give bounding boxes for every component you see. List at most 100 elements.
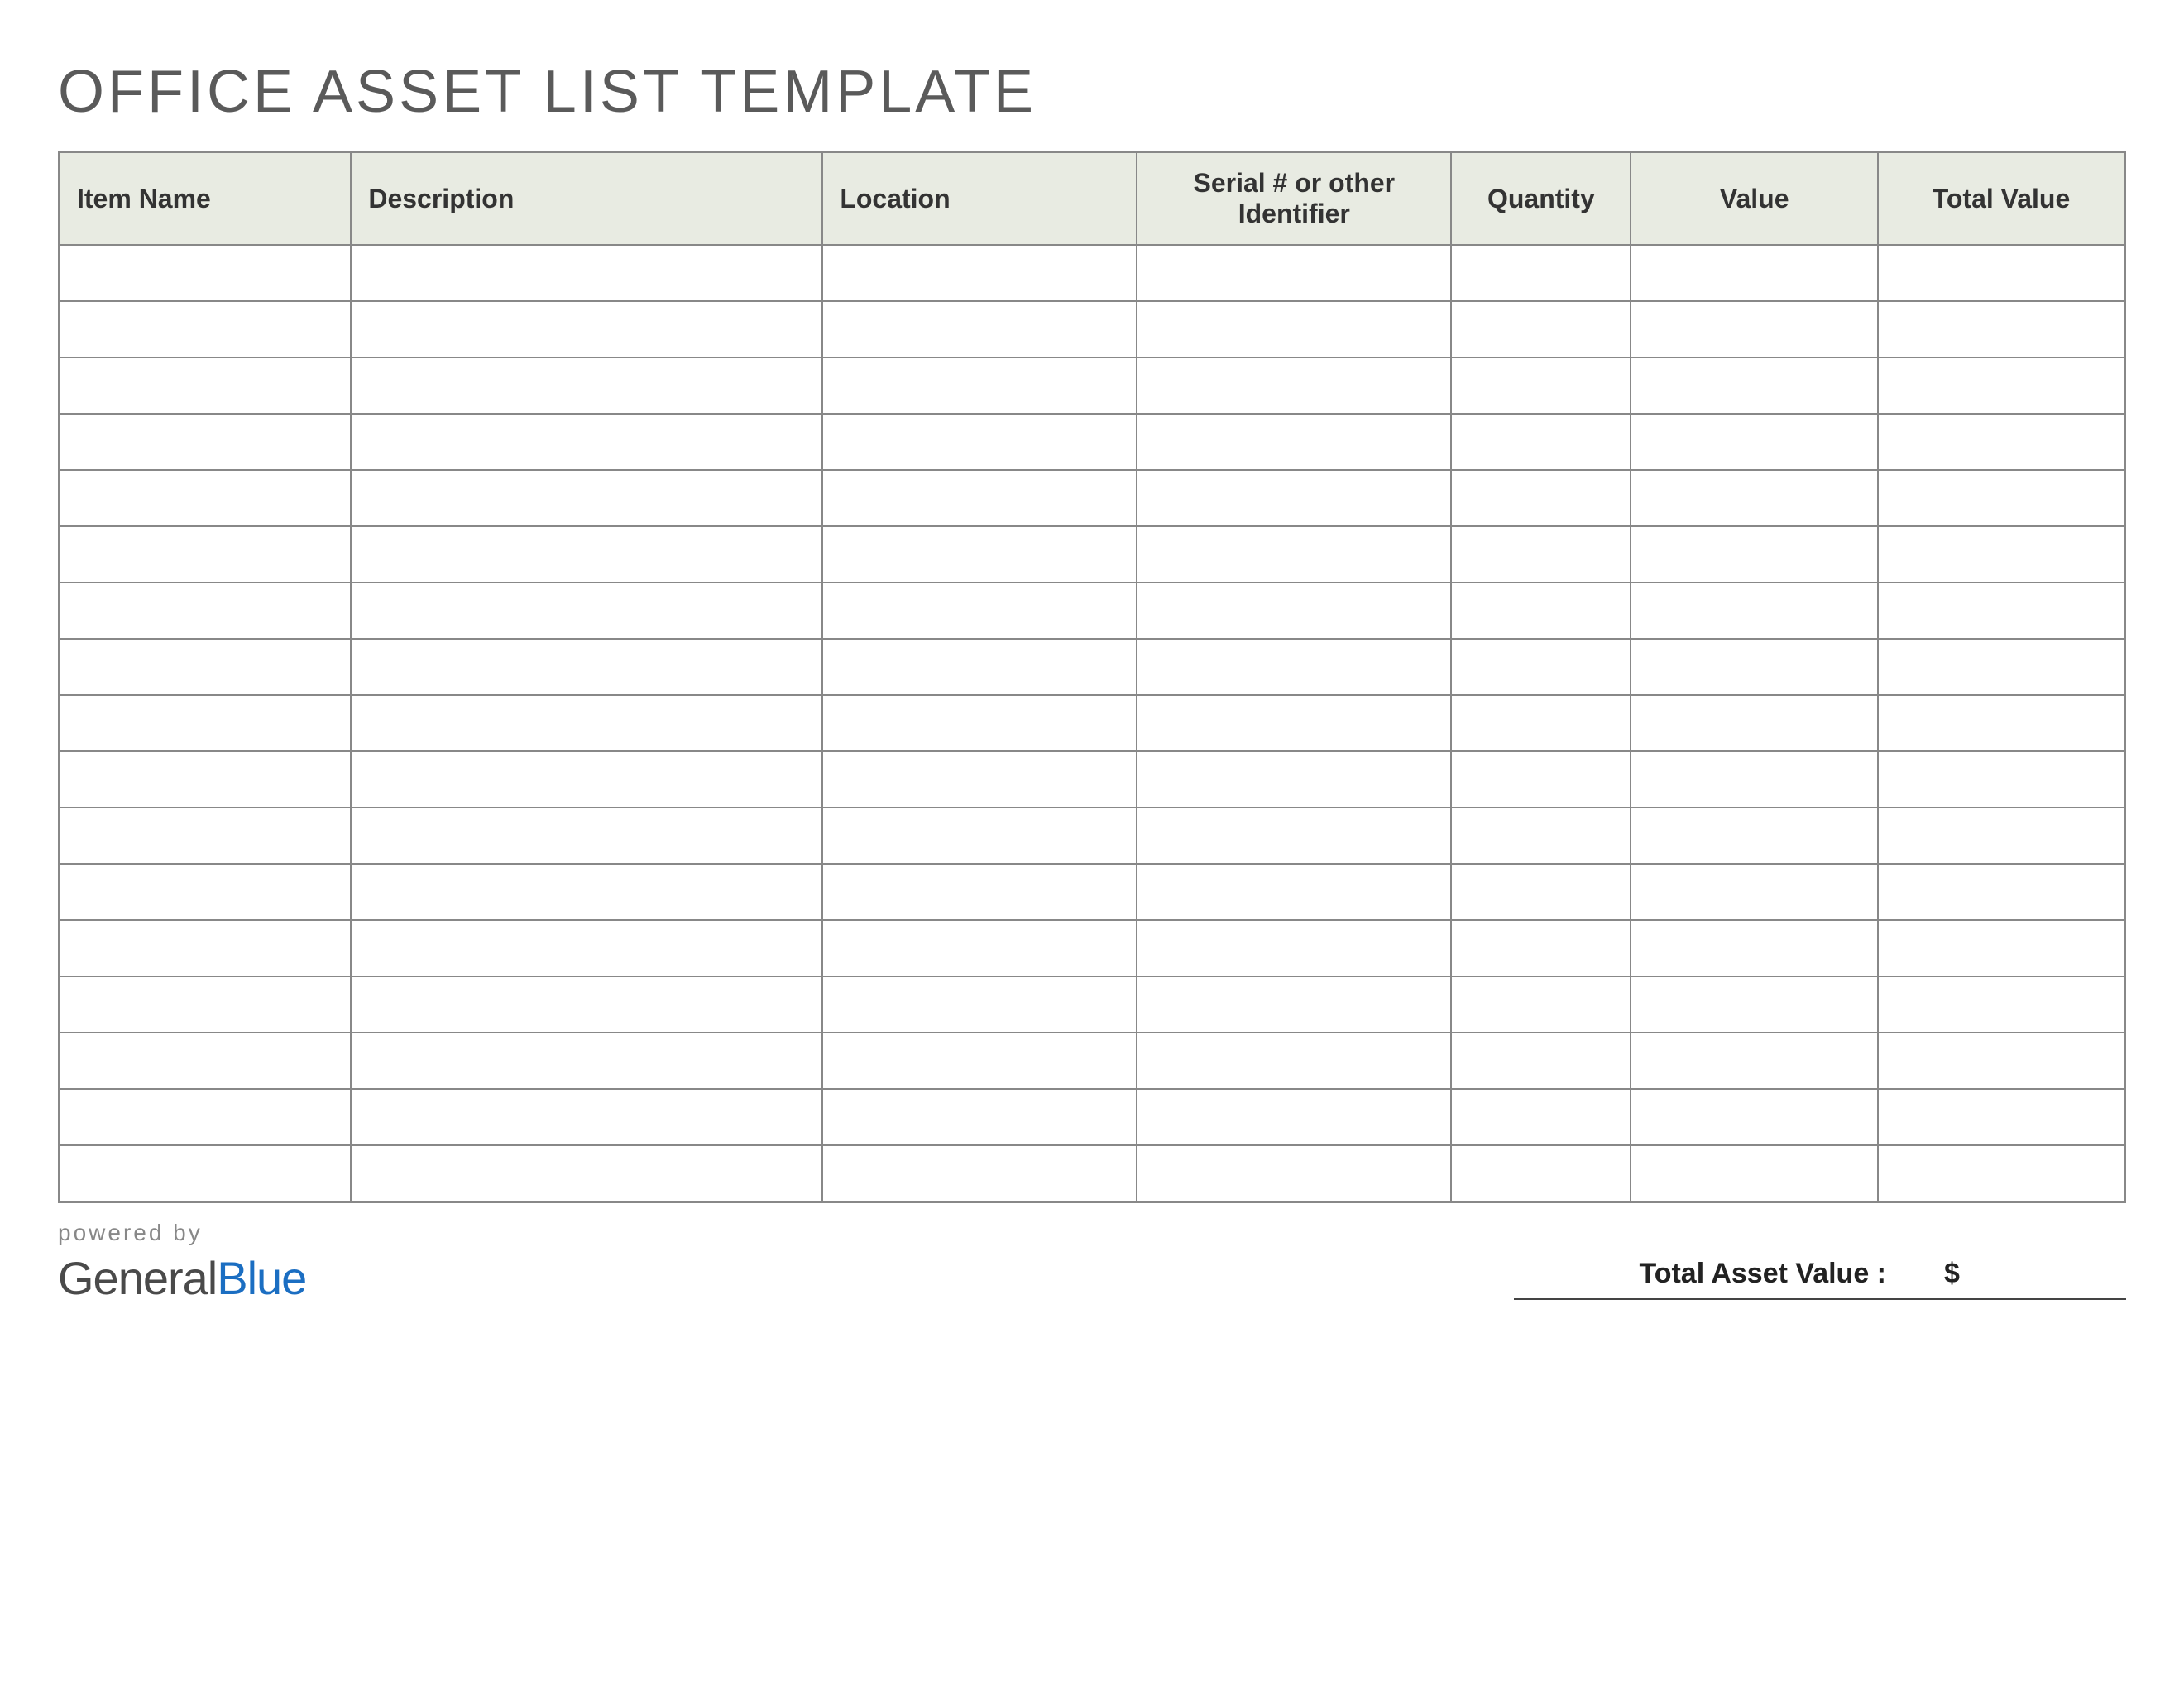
cell-location[interactable] bbox=[822, 920, 1137, 976]
cell-item_name[interactable] bbox=[60, 695, 352, 751]
cell-description[interactable] bbox=[351, 1089, 822, 1145]
cell-location[interactable] bbox=[822, 526, 1137, 583]
cell-total_value[interactable] bbox=[1878, 1145, 2125, 1201]
cell-location[interactable] bbox=[822, 864, 1137, 920]
cell-description[interactable] bbox=[351, 695, 822, 751]
cell-description[interactable] bbox=[351, 1033, 822, 1089]
cell-value[interactable] bbox=[1631, 976, 1878, 1033]
cell-serial[interactable] bbox=[1137, 1089, 1451, 1145]
cell-description[interactable] bbox=[351, 864, 822, 920]
cell-description[interactable] bbox=[351, 1145, 822, 1201]
cell-serial[interactable] bbox=[1137, 976, 1451, 1033]
cell-total_value[interactable] bbox=[1878, 864, 2125, 920]
cell-item_name[interactable] bbox=[60, 414, 352, 470]
cell-value[interactable] bbox=[1631, 526, 1878, 583]
cell-item_name[interactable] bbox=[60, 1145, 352, 1201]
cell-location[interactable] bbox=[822, 245, 1137, 301]
cell-description[interactable] bbox=[351, 920, 822, 976]
cell-item_name[interactable] bbox=[60, 357, 352, 414]
cell-quantity[interactable] bbox=[1451, 976, 1631, 1033]
cell-location[interactable] bbox=[822, 583, 1137, 639]
cell-quantity[interactable] bbox=[1451, 1145, 1631, 1201]
cell-location[interactable] bbox=[822, 1145, 1137, 1201]
cell-quantity[interactable] bbox=[1451, 864, 1631, 920]
cell-location[interactable] bbox=[822, 301, 1137, 357]
cell-total_value[interactable] bbox=[1878, 1089, 2125, 1145]
cell-total_value[interactable] bbox=[1878, 695, 2125, 751]
cell-value[interactable] bbox=[1631, 301, 1878, 357]
cell-value[interactable] bbox=[1631, 639, 1878, 695]
cell-quantity[interactable] bbox=[1451, 301, 1631, 357]
cell-location[interactable] bbox=[822, 1089, 1137, 1145]
cell-quantity[interactable] bbox=[1451, 695, 1631, 751]
cell-total_value[interactable] bbox=[1878, 301, 2125, 357]
cell-quantity[interactable] bbox=[1451, 1033, 1631, 1089]
cell-serial[interactable] bbox=[1137, 1145, 1451, 1201]
cell-location[interactable] bbox=[822, 414, 1137, 470]
cell-total_value[interactable] bbox=[1878, 751, 2125, 808]
cell-item_name[interactable] bbox=[60, 1089, 352, 1145]
cell-serial[interactable] bbox=[1137, 526, 1451, 583]
cell-quantity[interactable] bbox=[1451, 1089, 1631, 1145]
cell-location[interactable] bbox=[822, 470, 1137, 526]
cell-serial[interactable] bbox=[1137, 301, 1451, 357]
cell-quantity[interactable] bbox=[1451, 583, 1631, 639]
cell-value[interactable] bbox=[1631, 695, 1878, 751]
cell-quantity[interactable] bbox=[1451, 470, 1631, 526]
cell-quantity[interactable] bbox=[1451, 245, 1631, 301]
cell-item_name[interactable] bbox=[60, 245, 352, 301]
cell-value[interactable] bbox=[1631, 751, 1878, 808]
cell-location[interactable] bbox=[822, 695, 1137, 751]
cell-description[interactable] bbox=[351, 414, 822, 470]
cell-value[interactable] bbox=[1631, 470, 1878, 526]
cell-serial[interactable] bbox=[1137, 920, 1451, 976]
cell-value[interactable] bbox=[1631, 245, 1878, 301]
cell-value[interactable] bbox=[1631, 1089, 1878, 1145]
cell-quantity[interactable] bbox=[1451, 357, 1631, 414]
cell-item_name[interactable] bbox=[60, 470, 352, 526]
cell-serial[interactable] bbox=[1137, 695, 1451, 751]
cell-item_name[interactable] bbox=[60, 639, 352, 695]
cell-quantity[interactable] bbox=[1451, 414, 1631, 470]
cell-item_name[interactable] bbox=[60, 864, 352, 920]
cell-description[interactable] bbox=[351, 639, 822, 695]
cell-quantity[interactable] bbox=[1451, 920, 1631, 976]
cell-value[interactable] bbox=[1631, 920, 1878, 976]
cell-description[interactable] bbox=[351, 245, 822, 301]
cell-total_value[interactable] bbox=[1878, 245, 2125, 301]
cell-location[interactable] bbox=[822, 808, 1137, 864]
cell-serial[interactable] bbox=[1137, 583, 1451, 639]
cell-total_value[interactable] bbox=[1878, 1033, 2125, 1089]
cell-total_value[interactable] bbox=[1878, 976, 2125, 1033]
cell-location[interactable] bbox=[822, 357, 1137, 414]
cell-value[interactable] bbox=[1631, 1033, 1878, 1089]
cell-location[interactable] bbox=[822, 751, 1137, 808]
cell-quantity[interactable] bbox=[1451, 639, 1631, 695]
cell-serial[interactable] bbox=[1137, 245, 1451, 301]
cell-item_name[interactable] bbox=[60, 301, 352, 357]
cell-total_value[interactable] bbox=[1878, 470, 2125, 526]
cell-serial[interactable] bbox=[1137, 414, 1451, 470]
cell-value[interactable] bbox=[1631, 357, 1878, 414]
cell-description[interactable] bbox=[351, 301, 822, 357]
cell-value[interactable] bbox=[1631, 414, 1878, 470]
cell-description[interactable] bbox=[351, 976, 822, 1033]
cell-quantity[interactable] bbox=[1451, 526, 1631, 583]
cell-value[interactable] bbox=[1631, 808, 1878, 864]
cell-serial[interactable] bbox=[1137, 639, 1451, 695]
cell-description[interactable] bbox=[351, 583, 822, 639]
cell-total_value[interactable] bbox=[1878, 583, 2125, 639]
cell-description[interactable] bbox=[351, 526, 822, 583]
cell-description[interactable] bbox=[351, 357, 822, 414]
cell-value[interactable] bbox=[1631, 1145, 1878, 1201]
cell-total_value[interactable] bbox=[1878, 808, 2125, 864]
cell-value[interactable] bbox=[1631, 864, 1878, 920]
cell-serial[interactable] bbox=[1137, 864, 1451, 920]
cell-description[interactable] bbox=[351, 808, 822, 864]
cell-serial[interactable] bbox=[1137, 751, 1451, 808]
cell-description[interactable] bbox=[351, 751, 822, 808]
cell-total_value[interactable] bbox=[1878, 357, 2125, 414]
cell-item_name[interactable] bbox=[60, 526, 352, 583]
cell-serial[interactable] bbox=[1137, 808, 1451, 864]
cell-serial[interactable] bbox=[1137, 1033, 1451, 1089]
